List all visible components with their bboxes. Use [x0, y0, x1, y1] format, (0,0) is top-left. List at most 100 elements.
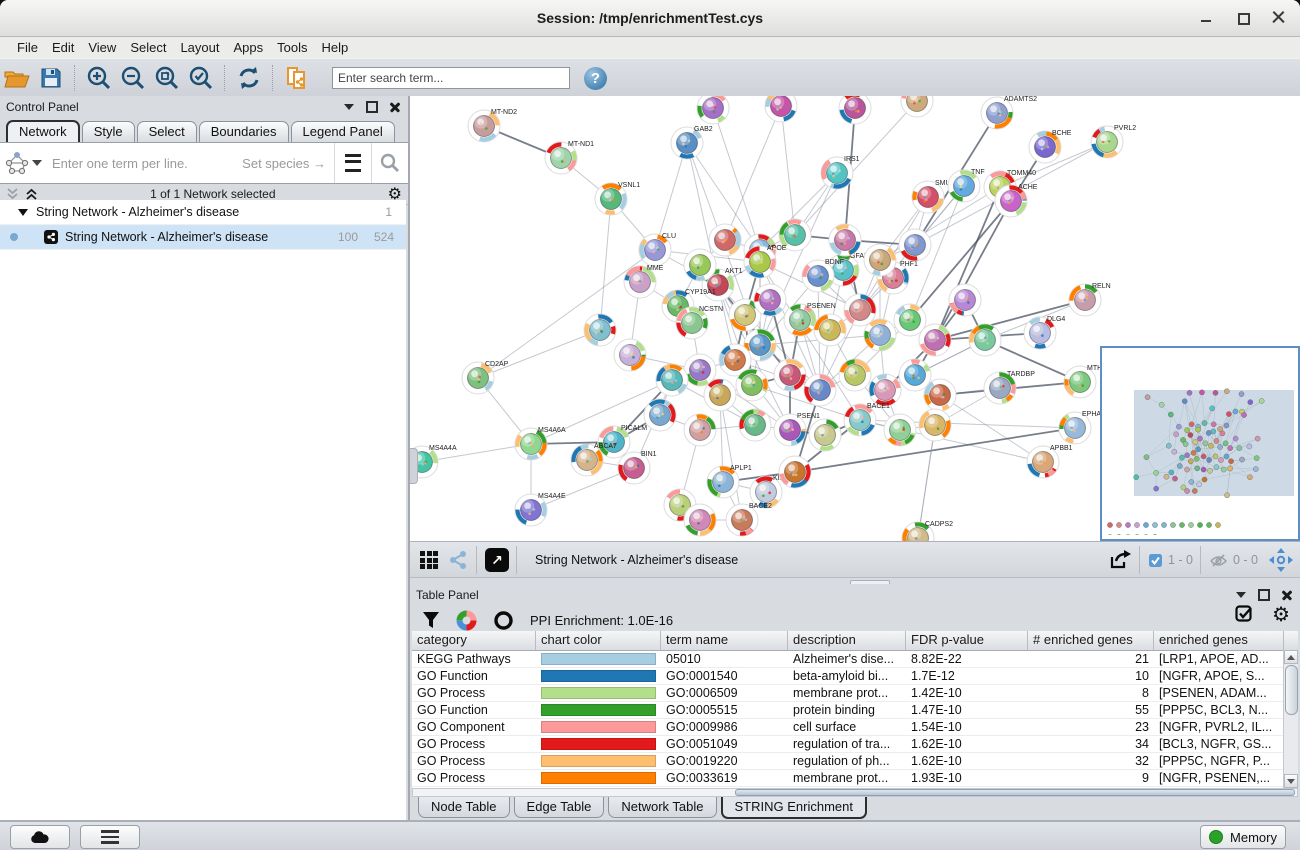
column-header-chart-color[interactable]: chart color: [536, 631, 661, 650]
share-network-icon[interactable]: [447, 549, 469, 571]
network-node[interactable]: [704, 379, 736, 411]
maximize-button[interactable]: [1236, 11, 1250, 25]
network-row[interactable]: String Network - Alzheimer's disease 100…: [0, 225, 406, 250]
menu-item-select[interactable]: Select: [123, 38, 173, 57]
menu-item-file[interactable]: File: [10, 38, 45, 57]
network-node[interactable]: [736, 369, 768, 401]
network-node-adamts2[interactable]: ADAMTS2: [981, 96, 1037, 129]
zoom-out-button[interactable]: [118, 63, 148, 93]
help-button[interactable]: ?: [584, 67, 607, 90]
network-node[interactable]: [919, 409, 951, 441]
enrichment-row-3[interactable]: GO FunctionGO:0005515protein binding1.47…: [412, 702, 1298, 719]
network-node[interactable]: [684, 504, 716, 536]
network-node-pvrl2[interactable]: PVRL2: [1091, 125, 1136, 158]
network-node-cd2ap[interactable]: CD2AP: [462, 361, 509, 394]
enrichment-row-6[interactable]: GO ProcessGO:0019220regulation of ph...1…: [412, 753, 1298, 770]
network-node-tnf[interactable]: TNF: [948, 169, 985, 202]
tab-boundaries[interactable]: Boundaries: [199, 121, 289, 142]
network-node-abca7[interactable]: ABCA7: [571, 443, 617, 476]
network-node[interactable]: [899, 229, 931, 261]
close-panel-icon[interactable]: [390, 102, 400, 112]
network-node[interactable]: [839, 359, 871, 391]
column-header-enriched-genes[interactable]: enriched genes: [1154, 631, 1284, 650]
network-node[interactable]: [969, 324, 1001, 356]
enrichment-row-0[interactable]: KEGG Pathways05010Alzheimer's dise...8.8…: [412, 651, 1298, 668]
network-node-cadps2[interactable]: CADPS2: [902, 521, 953, 541]
network-node[interactable]: [774, 359, 806, 391]
grid-view-button[interactable]: [420, 551, 438, 569]
network-node-bin1[interactable]: BIN1: [618, 451, 657, 484]
scroll-up-icon[interactable]: [1284, 650, 1298, 664]
column-header-fdr-p-value[interactable]: FDR p-value: [906, 631, 1028, 650]
network-node[interactable]: [829, 224, 861, 256]
zoom-fit-button[interactable]: [152, 63, 182, 93]
network-node[interactable]: [804, 374, 836, 406]
network-node[interactable]: [779, 456, 811, 488]
navigate-compass-icon[interactable]: [1268, 547, 1294, 573]
network-node[interactable]: [684, 249, 716, 281]
menu-item-tools[interactable]: Tools: [270, 38, 314, 57]
tab-string-enrichment[interactable]: STRING Enrichment: [721, 797, 867, 819]
enrichment-row-1[interactable]: GO FunctionGO:0001540beta-amyloid bi...1…: [412, 668, 1298, 685]
network-node-apoe[interactable]: APOE: [744, 245, 787, 278]
network-node-dlg4[interactable]: DLG4: [1024, 316, 1065, 349]
clone-network-button[interactable]: [282, 63, 312, 93]
column-header-description[interactable]: description: [788, 631, 906, 650]
menu-item-apps[interactable]: Apps: [227, 38, 271, 57]
filter-funnel-icon[interactable]: [422, 611, 440, 630]
menu-item-help[interactable]: Help: [315, 38, 356, 57]
enrichment-row-7[interactable]: GO ProcessGO:0033619membrane prot...1.93…: [412, 770, 1298, 787]
memory-button[interactable]: Memory: [1200, 825, 1286, 849]
network-node-vsnl1[interactable]: VSNL1: [595, 182, 640, 215]
network-node[interactable]: [644, 399, 676, 431]
expand-all-icon[interactable]: [25, 187, 38, 201]
network-node[interactable]: [709, 224, 741, 256]
open-in-window-button[interactable]: ↗: [485, 548, 509, 572]
ring-chart-icon[interactable]: [493, 610, 514, 631]
panel-menu-icon[interactable]: [344, 104, 354, 110]
network-node-ncstn[interactable]: NCSTN: [676, 306, 723, 339]
table-close-icon[interactable]: [1282, 590, 1292, 600]
column-header--enriched-genes[interactable]: # enriched genes: [1028, 631, 1154, 650]
network-node-epha1[interactable]: EPHA1: [1059, 411, 1105, 444]
network-node-mt-nd1[interactable]: MT-ND1: [545, 141, 594, 174]
close-button[interactable]: [1272, 11, 1286, 25]
network-node-bche[interactable]: BCHE: [1029, 130, 1072, 163]
save-session-button[interactable]: [36, 63, 66, 93]
column-header-category[interactable]: category: [412, 631, 536, 650]
export-network-icon[interactable]: [1108, 549, 1132, 571]
network-node-reln[interactable]: RELN: [1069, 283, 1111, 316]
network-node[interactable]: [884, 414, 916, 446]
network-node[interactable]: [814, 314, 846, 346]
vertical-scrollbar[interactable]: [1283, 650, 1298, 788]
network-node[interactable]: [869, 374, 901, 406]
column-header-term-name[interactable]: term name: [661, 631, 788, 650]
tab-edge-table[interactable]: Edge Table: [514, 797, 605, 818]
table-panel-menu-icon[interactable]: [1236, 592, 1246, 598]
panel-collapse-grip[interactable]: [410, 448, 418, 484]
float-panel-icon[interactable]: [366, 101, 378, 113]
task-history-button[interactable]: [80, 825, 140, 849]
network-node-ms4a4e[interactable]: MS4A4E: [515, 493, 566, 526]
string-term-input[interactable]: Enter one term per line.: [46, 156, 242, 171]
network-collection-row[interactable]: String Network - Alzheimer's disease 1: [0, 200, 406, 225]
network-node-irs1[interactable]: IRS1: [821, 156, 860, 189]
network-node[interactable]: [765, 96, 797, 122]
zoom-selected-button[interactable]: [186, 63, 216, 93]
title-bar[interactable]: Session: /tmp/enrichmentTest.cys: [0, 0, 1300, 37]
network-node[interactable]: [839, 96, 871, 124]
network-node[interactable]: [864, 244, 896, 276]
network-node-chat[interactable]: CHAT: [901, 96, 943, 117]
string-search-button[interactable]: [371, 143, 408, 183]
network-node-gab2[interactable]: GAB2: [671, 126, 713, 159]
birds-eye-view[interactable]: [1100, 346, 1300, 541]
tab-legend-panel[interactable]: Legend Panel: [291, 121, 395, 142]
string-logo-icon[interactable]: [0, 143, 46, 183]
search-input[interactable]: [332, 67, 570, 89]
network-node[interactable]: [697, 96, 729, 124]
network-node[interactable]: [584, 314, 616, 346]
network-node[interactable]: [754, 284, 786, 316]
menu-item-view[interactable]: View: [81, 38, 123, 57]
tab-style[interactable]: Style: [82, 121, 135, 142]
enrichment-row-2[interactable]: GO ProcessGO:0006509membrane prot...1.42…: [412, 685, 1298, 702]
